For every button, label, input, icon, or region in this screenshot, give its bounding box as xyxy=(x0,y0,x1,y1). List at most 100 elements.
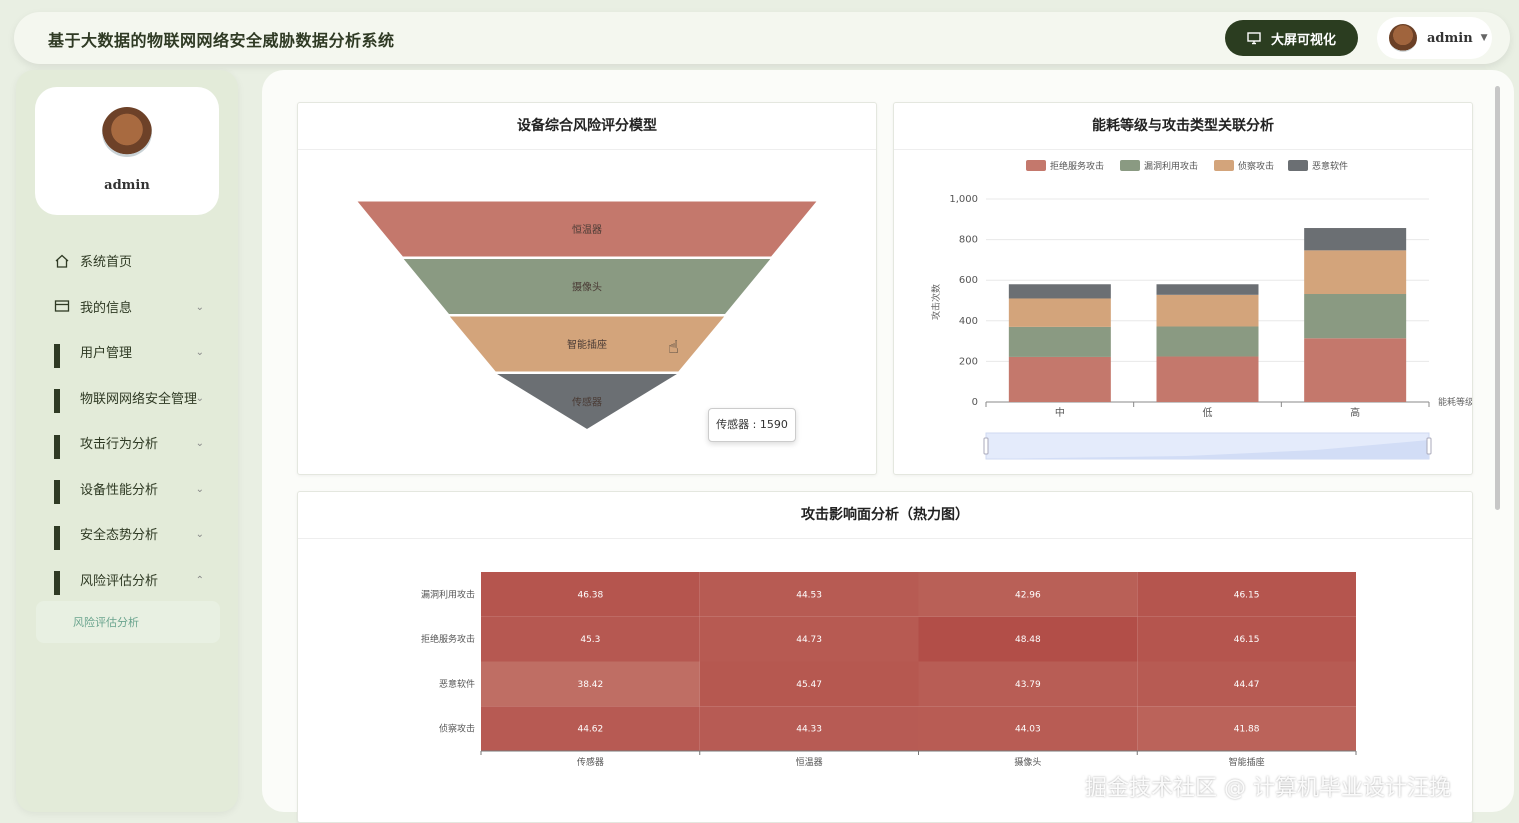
bar-segment xyxy=(1156,284,1259,295)
bar-segment xyxy=(1304,294,1407,339)
funnel-label: 摄像头 xyxy=(572,280,602,293)
legend-swatch xyxy=(1214,160,1234,171)
heatmap-col-label: 智能插座 xyxy=(1229,756,1265,768)
data-zoom-handle-right xyxy=(1426,437,1432,455)
legend-swatch xyxy=(1288,160,1308,171)
x-tick-label: 高 xyxy=(1350,406,1360,419)
grid-icon xyxy=(54,480,70,505)
sidebar-item-device-performance[interactable]: 设备性能分析 ⌄ xyxy=(16,466,238,512)
user-menu[interactable]: admin ▼ xyxy=(1377,17,1492,59)
caret-down-icon: ▼ xyxy=(1480,33,1488,43)
chevron-down-icon: ⌄ xyxy=(195,438,204,449)
y-tick-label: 400 xyxy=(959,316,978,327)
sidebar-item-label: 用户管理 xyxy=(80,346,133,362)
heatmap-value: 44.53 xyxy=(796,590,822,600)
funnel-label: 恒温器 xyxy=(572,223,602,236)
data-zoom-handle-left xyxy=(983,437,989,455)
heatmap-col-label: 传感器 xyxy=(577,756,604,768)
sidebar-menu: 系统首页 我的信息 ⌄ 用户管理 ⌄ 物联网网络安全管理 ⌄ 攻击行为分析 ⌄ … xyxy=(16,238,238,602)
stacked-bar-chart: 拒绝服务攻击 漏洞利用攻击 侦察攻击 恶意软件 0 200 400 600 800 1,000 攻击… xyxy=(930,160,1472,460)
sidebar-item-label: 攻击行为分析 xyxy=(80,437,159,453)
app-title: 基于大数据的物联网网络安全威胁数据分析系统 xyxy=(48,31,395,50)
user-name: admin xyxy=(1427,30,1473,46)
sidebar-item-label: 安全态势分析 xyxy=(80,528,159,544)
heatmap-value: 38.42 xyxy=(577,680,603,690)
heatmap-value: 44.47 xyxy=(1234,680,1260,690)
heatmap-col-label: 摄像头 xyxy=(1014,756,1041,768)
chevron-down-icon: ⌄ xyxy=(195,529,204,540)
sidebar-item-label: 风险评估分析 xyxy=(80,573,159,589)
monitor-icon xyxy=(1247,32,1261,45)
y-tick-label: 1,000 xyxy=(949,194,978,205)
y-tick-label: 200 xyxy=(959,356,978,367)
y-axis-label: 攻击次数 xyxy=(930,284,942,320)
heatmap-value: 46.38 xyxy=(577,590,603,600)
funnel-label: 智能插座 xyxy=(567,338,607,351)
avatar xyxy=(1389,24,1417,52)
bar-title: 能耗等级与攻击类型关联分析 xyxy=(894,103,1472,150)
heatmap-value: 44.03 xyxy=(1015,725,1041,735)
sidebar: admin 系统首页 我的信息 ⌄ 用户管理 ⌄ 物联网网络安全管理 ⌄ 攻击行… xyxy=(16,70,238,812)
sidebar-item-label: 设备性能分析 xyxy=(80,482,159,498)
heatmap-value: 41.88 xyxy=(1234,725,1260,735)
legend-swatch xyxy=(1026,160,1046,171)
sidebar-item-security-posture[interactable]: 安全态势分析 ⌄ xyxy=(16,511,238,557)
chevron-up-icon: ⌃ xyxy=(195,574,204,586)
heatmap-value: 44.62 xyxy=(577,725,603,735)
big-screen-button[interactable]: 大屏可视化 xyxy=(1225,20,1358,56)
bar-segment xyxy=(1008,356,1111,402)
funnel-panel: 设备综合风险评分模型 恒温器摄像头智能插座传感器 ☝ 传感器 : 1590 xyxy=(297,102,877,475)
y-tick-label: 600 xyxy=(959,275,978,286)
heatmap-value: 45.47 xyxy=(796,680,822,690)
sidebar-item-attack-analysis[interactable]: 攻击行为分析 ⌄ xyxy=(16,420,238,466)
y-tick-label: 0 xyxy=(972,397,978,408)
bar-segment xyxy=(1156,326,1259,357)
grid-icon xyxy=(54,434,70,459)
sidebar-item-risk-assessment[interactable]: 风险评估分析 ⌃ xyxy=(16,557,238,603)
big-screen-label: 大屏可视化 xyxy=(1270,32,1336,48)
legend-swatch xyxy=(1120,160,1140,171)
profile-card: admin xyxy=(35,87,219,215)
bar-segment xyxy=(1008,284,1111,299)
submenu-item-risk-assessment[interactable]: 风险评估分析 xyxy=(36,601,220,643)
bar-segment xyxy=(1008,298,1111,327)
sidebar-item-user-management[interactable]: 用户管理 ⌄ xyxy=(16,329,238,375)
heatmap-value: 43.79 xyxy=(1015,680,1041,690)
sidebar-item-home[interactable]: 系统首页 xyxy=(16,238,238,284)
heatmap-row-label: 拒绝服务攻击 xyxy=(421,633,475,645)
submenu-label: 风险评估分析 xyxy=(73,616,139,629)
legend-label: 拒绝服务攻击 xyxy=(1050,160,1104,172)
bar-segment xyxy=(1156,294,1259,327)
chart-tooltip: 传感器 : 1590 xyxy=(708,408,796,442)
heatmap-row-label: 侦察攻击 xyxy=(439,723,475,735)
chevron-down-icon: ⌄ xyxy=(195,392,204,404)
heatmap-row-label: 恶意软件 xyxy=(439,678,475,690)
x-axis-label: 能耗等级 xyxy=(1438,396,1472,408)
sidebar-item-label: 系统首页 xyxy=(80,255,133,271)
bar-panel: 能耗等级与攻击类型关联分析 拒绝服务攻击 漏洞利用攻击 侦察攻击 恶意软件 0 200 40… xyxy=(893,102,1473,475)
pointer-cursor-icon: ☝ xyxy=(668,337,679,358)
bar-segment xyxy=(1304,250,1407,295)
bar-segment xyxy=(1304,338,1407,402)
card-icon xyxy=(54,300,70,312)
chevron-down-icon: ⌄ xyxy=(195,301,204,313)
chevron-down-icon: ⌄ xyxy=(195,347,204,358)
y-tick-label: 800 xyxy=(959,235,978,246)
bar-segment xyxy=(1156,356,1259,402)
profile-name: admin xyxy=(104,178,150,193)
heatmap-value: 44.33 xyxy=(796,725,822,735)
sidebar-item-my-info[interactable]: 我的信息 ⌄ xyxy=(16,284,238,330)
scrollbar[interactable] xyxy=(1495,86,1500,510)
grid-icon xyxy=(54,389,70,414)
grid-icon xyxy=(54,525,70,550)
grid-icon xyxy=(54,571,70,596)
funnel-label: 传感器 xyxy=(572,395,602,408)
sidebar-item-iot-security[interactable]: 物联网网络安全管理 ⌄ xyxy=(16,375,238,421)
bar-segment xyxy=(1008,326,1111,357)
heatmap-value: 45.3 xyxy=(580,635,600,645)
heatmap-col-label: 恒温器 xyxy=(796,756,823,768)
heatmap-value: 46.15 xyxy=(1234,590,1260,600)
grid-icon xyxy=(54,343,70,368)
funnel-title: 设备综合风险评分模型 xyxy=(298,103,876,150)
x-tick-label: 中 xyxy=(1055,406,1065,419)
